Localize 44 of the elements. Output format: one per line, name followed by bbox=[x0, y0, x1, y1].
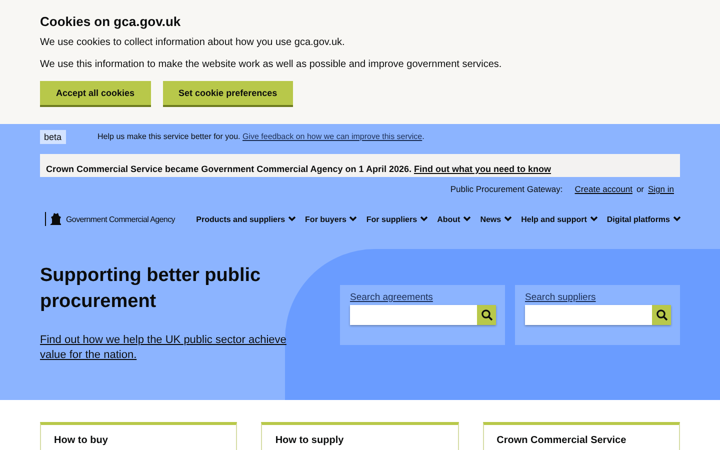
search-field[interactable] bbox=[350, 305, 477, 325]
nav-item[interactable]: News bbox=[480, 214, 512, 224]
gateway-label: Public Procurement Gateway: bbox=[450, 184, 563, 196]
nav-item[interactable]: Products and suppliers bbox=[196, 214, 296, 224]
nav-item[interactable]: For buyers bbox=[305, 214, 358, 224]
search-label-link[interactable]: Search agreements bbox=[350, 292, 495, 303]
chevron-down-icon bbox=[349, 216, 358, 222]
chevron-down-icon bbox=[463, 216, 472, 222]
chevron-down-icon bbox=[288, 216, 296, 222]
nav-item[interactable]: For suppliers bbox=[366, 214, 428, 224]
nav-item[interactable]: Help and support bbox=[521, 214, 598, 224]
cookie-title: Cookies on gca.gov.uk bbox=[40, 14, 182, 29]
crest-icon bbox=[45, 212, 63, 226]
card-title[interactable]: How to supply bbox=[275, 435, 445, 446]
hero-title: Supporting better public procurement bbox=[40, 264, 262, 314]
card-title[interactable]: Crown Commercial Service bbox=[496, 435, 666, 446]
cookie-button[interactable]: Set cookie preferences bbox=[162, 81, 294, 105]
chevron-down-icon bbox=[504, 216, 512, 222]
card-title[interactable]: How to buy bbox=[54, 435, 224, 446]
cookie-text: We use cookies to collect information about how you use gca.gov.uk. bbox=[40, 37, 346, 48]
nav-item[interactable]: About bbox=[437, 214, 472, 224]
notice-text: Crown Commercial Service became Government Commercial Agency on 1 April 2026. Find out what you need to know bbox=[46, 164, 551, 174]
notice-link[interactable]: Find out what you need to know bbox=[414, 164, 551, 174]
cookie-button[interactable]: Accept all cookies bbox=[40, 81, 151, 105]
search-icon bbox=[480, 309, 492, 321]
chevron-down-icon bbox=[673, 216, 681, 222]
logo-text: Government Commercial Agency bbox=[66, 214, 175, 224]
chevron-down-icon bbox=[590, 216, 598, 222]
separator-text: or bbox=[636, 184, 644, 196]
hero-link[interactable]: Find out how we help the UK public sector achieve value for the nation. bbox=[40, 333, 290, 363]
beta-tag: beta bbox=[40, 130, 66, 144]
search-field[interactable] bbox=[525, 305, 652, 325]
search-icon bbox=[656, 309, 668, 321]
nav-item[interactable]: Digital platforms bbox=[606, 214, 681, 224]
search-button[interactable] bbox=[477, 305, 496, 325]
feedback-text: Help us make this service better for you. Give feedback on how we can improve this service. bbox=[98, 132, 424, 141]
search-button[interactable] bbox=[652, 305, 671, 325]
cookie-text: We use this information to make the website work as well as possible and improve government services. bbox=[40, 59, 503, 70]
logo[interactable]: Government Commercial Agency bbox=[45, 212, 175, 226]
feedback-link[interactable]: Give feedback on how we can improve this service bbox=[242, 132, 422, 141]
search-label-link[interactable]: Search suppliers bbox=[525, 292, 670, 303]
sign-in-link[interactable]: Sign in bbox=[648, 184, 674, 198]
create-account-link[interactable]: Create account bbox=[574, 184, 632, 198]
chevron-down-icon bbox=[420, 216, 428, 222]
